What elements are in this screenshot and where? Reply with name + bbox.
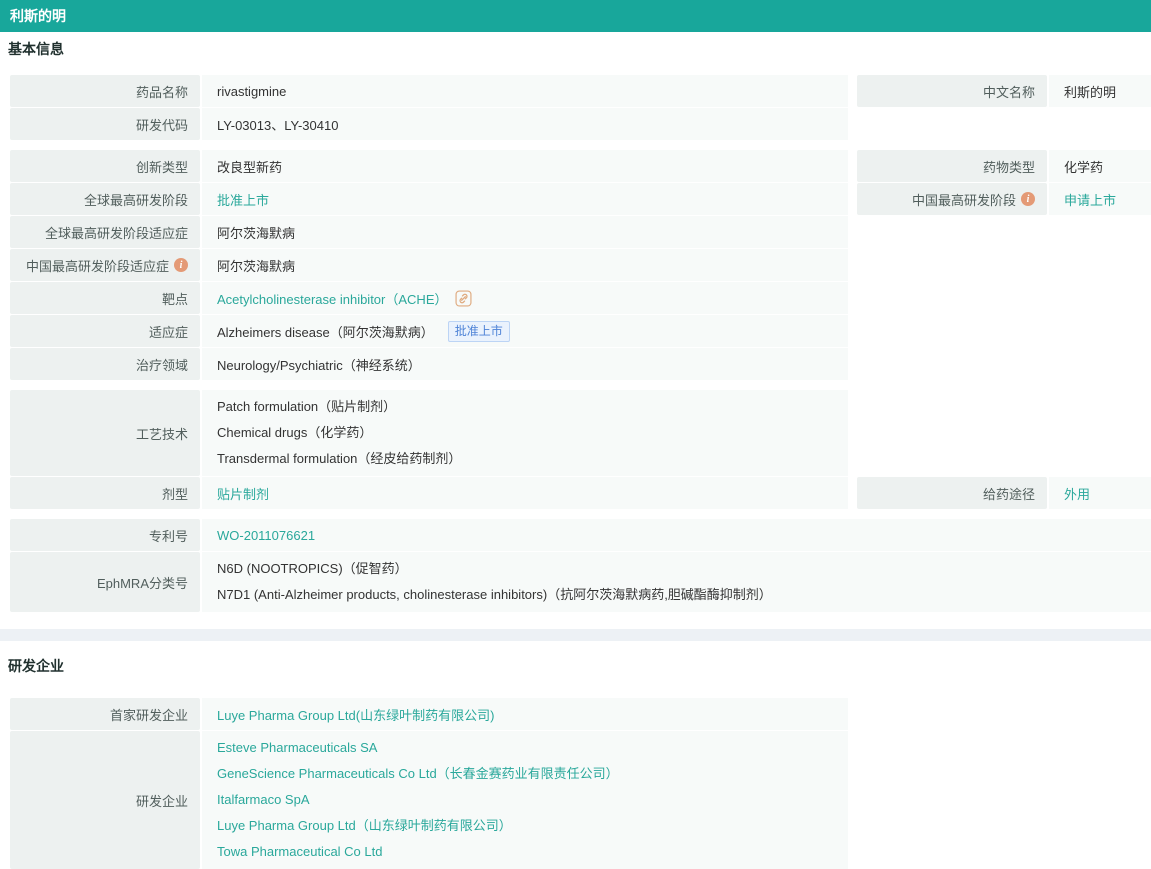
external-link-icon[interactable] — [455, 290, 472, 307]
section-heading-basic-info: 基本信息 — [8, 39, 1151, 59]
dosage-form-link[interactable]: 贴片制剂 — [217, 484, 269, 503]
row-indication: 适应症 Alzheimers disease（阿尔茨海默病） 批准上市 — [10, 315, 848, 347]
rd-code-label: 研发代码 — [10, 108, 200, 140]
therapy-area-value: Neurology/Psychiatric（神经系统） — [217, 355, 421, 374]
global-stage-indication-value: 阿尔茨海默病 — [217, 223, 295, 242]
info-icon[interactable]: i — [174, 258, 188, 272]
row-rd-code: 研发代码 LY-03013、LY-30410 — [10, 108, 848, 140]
row-innovation-type: 创新类型 改良型新药 — [10, 150, 848, 182]
approval-status-badge[interactable]: 批准上市 — [448, 321, 510, 342]
china-stage-indication-value: 阿尔茨海默病 — [217, 256, 295, 275]
company-link[interactable]: Italfarmaco SpA — [217, 792, 310, 807]
technology-line: Chemical drugs（化学药） — [217, 420, 838, 446]
row-drug-name: 药品名称 rivastigmine — [10, 75, 848, 107]
ephmra-line: N6D (NOOTROPICS)（促智药） — [217, 556, 1141, 582]
therapy-area-label: 治疗领域 — [10, 348, 200, 380]
global-stage-label: 全球最高研发阶段 — [10, 183, 200, 215]
patent-link[interactable]: WO-2011076621 — [217, 528, 315, 543]
company-link[interactable]: GeneScience Pharmaceuticals Co Ltd（长春金赛药… — [217, 766, 619, 781]
target-link[interactable]: Acetylcholinesterase inhibitor（ACHE） — [217, 289, 447, 308]
section-heading-rd-companies: 研发企业 — [8, 656, 1151, 676]
china-stage-label: 中国最高研发阶段 — [912, 190, 1016, 209]
technology-label: 工艺技术 — [10, 390, 200, 476]
company-link[interactable]: Esteve Pharmaceuticals SA — [217, 740, 377, 755]
indication-label: 适应症 — [10, 315, 200, 347]
row-technology: 工艺技术 Patch formulation（贴片制剂） Chemical dr… — [10, 390, 848, 476]
basic-info-section: 药品名称 rivastigmine 中文名称 利斯的明 研发代码 LY-0301… — [0, 75, 1151, 612]
drug-name-label: 药品名称 — [10, 75, 200, 107]
page-header-bar: 利斯的明 — [0, 0, 1151, 32]
drug-type-value: 化学药 — [1064, 157, 1103, 176]
technology-line: Patch formulation（贴片制剂） — [217, 394, 838, 420]
first-company-link[interactable]: Luye Pharma Group Ltd(山东绿叶制药有限公司) — [217, 705, 494, 724]
row-therapy-area: 治疗领域 Neurology/Psychiatric（神经系统） — [10, 348, 848, 380]
row-china-stage-indication: 中国最高研发阶段适应症 i 阿尔茨海默病 — [10, 249, 848, 281]
cn-name-value: 利斯的明 — [1064, 82, 1116, 101]
drug-type-label: 药物类型 — [857, 150, 1047, 182]
ephmra-line: N7D1 (Anti-Alzheimer products, cholinest… — [217, 582, 1141, 608]
admin-route-link[interactable]: 外用 — [1064, 484, 1090, 503]
info-icon[interactable]: i — [1021, 192, 1035, 206]
cn-name-label: 中文名称 — [857, 75, 1047, 107]
section-divider — [0, 629, 1151, 641]
technology-line: Transdermal formulation（经皮给药制剂） — [217, 446, 838, 472]
indication-value: Alzheimers disease（阿尔茨海默病） — [217, 322, 434, 341]
row-cn-name: 中文名称 利斯的明 — [857, 75, 1151, 107]
target-label: 靶点 — [10, 282, 200, 314]
row-patent: 专利号 WO-2011076621 — [10, 519, 1151, 551]
row-ephmra: EphMRA分类号 N6D (NOOTROPICS)（促智药） N7D1 (An… — [10, 552, 1151, 612]
row-target: 靶点 Acetylcholinesterase inhibitor（ACHE） — [10, 282, 848, 314]
row-global-stage-indication: 全球最高研发阶段适应症 阿尔茨海默病 — [10, 216, 848, 248]
page-title: 利斯的明 — [10, 8, 66, 24]
dosage-form-label: 剂型 — [10, 477, 200, 509]
row-china-stage: 中国最高研发阶段 i 申请上市 — [857, 183, 1151, 215]
china-stage-link[interactable]: 申请上市 — [1064, 190, 1116, 209]
row-first-company: 首家研发企业 Luye Pharma Group Ltd(山东绿叶制药有限公司) — [10, 698, 848, 730]
rd-companies-section: 首家研发企业 Luye Pharma Group Ltd(山东绿叶制药有限公司)… — [0, 698, 1151, 869]
innovation-type-value: 改良型新药 — [217, 157, 282, 176]
row-admin-route: 给药途径 外用 — [857, 477, 1151, 509]
drug-name-value: rivastigmine — [217, 84, 286, 99]
row-dosage-form: 剂型 贴片制剂 — [10, 477, 848, 509]
global-stage-link[interactable]: 批准上市 — [217, 190, 269, 209]
company-link[interactable]: Luye Pharma Group Ltd（山东绿叶制药有限公司） — [217, 818, 512, 833]
row-drug-type: 药物类型 化学药 — [857, 150, 1151, 182]
companies-label: 研发企业 — [10, 731, 200, 869]
ephmra-label: EphMRA分类号 — [10, 552, 200, 612]
china-stage-indication-label: 中国最高研发阶段适应症 — [26, 256, 169, 275]
rd-code-value: LY-03013、LY-30410 — [217, 115, 338, 134]
admin-route-label: 给药途径 — [857, 477, 1047, 509]
row-companies: 研发企业 Esteve Pharmaceuticals SA GeneScien… — [10, 731, 848, 869]
global-stage-indication-label: 全球最高研发阶段适应症 — [10, 216, 200, 248]
innovation-type-label: 创新类型 — [10, 150, 200, 182]
company-link[interactable]: Towa Pharmaceutical Co Ltd — [217, 844, 382, 859]
patent-label: 专利号 — [10, 519, 200, 551]
row-global-stage: 全球最高研发阶段 批准上市 — [10, 183, 848, 215]
first-company-label: 首家研发企业 — [10, 698, 200, 730]
